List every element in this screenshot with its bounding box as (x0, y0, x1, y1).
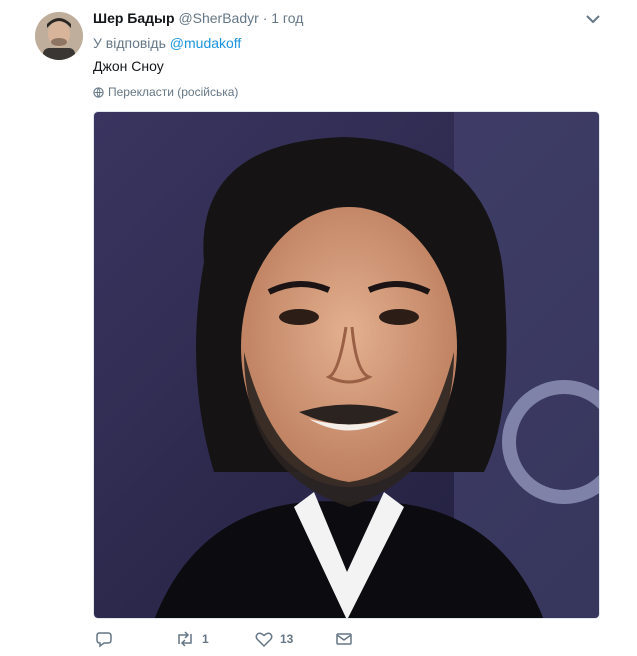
reply-icon (96, 632, 112, 648)
chevron-down-icon[interactable] (584, 12, 602, 26)
reply-prefix: У відповідь (93, 35, 166, 51)
retweet-button[interactable]: 1 (175, 630, 209, 648)
avatar[interactable] (35, 12, 83, 60)
like-button[interactable]: 13 (255, 630, 293, 648)
user-handle[interactable]: @SherBadyr (178, 10, 258, 26)
tweet-time[interactable]: 1 год (271, 10, 303, 26)
tweet-photo[interactable] (93, 111, 600, 619)
globe-icon (93, 86, 104, 98)
reply-button[interactable] (95, 630, 120, 648)
like-count: 13 (280, 632, 294, 646)
retweet-icon (178, 631, 192, 647)
tweet-actions: 1 13 (93, 630, 393, 652)
tweet-text: Джон Сноу (93, 58, 164, 74)
tweet-header: Шер Бадыр @SherBadyr · 1 год (93, 10, 303, 26)
photo-image (94, 112, 599, 618)
avatar-image (35, 12, 83, 60)
retweet-count: 1 (202, 632, 209, 646)
translate-link[interactable]: Перекласти (російська) (93, 85, 238, 99)
message-button[interactable] (335, 630, 353, 648)
translate-label: Перекласти (російська) (108, 85, 239, 99)
reply-to-link[interactable]: @mudakoff (170, 35, 242, 51)
reply-context: У відповідь @mudakoff (93, 35, 241, 51)
message-icon (336, 633, 352, 645)
separator-dot: · (262, 10, 268, 26)
like-icon (255, 632, 273, 648)
display-name[interactable]: Шер Бадыр (93, 10, 175, 26)
